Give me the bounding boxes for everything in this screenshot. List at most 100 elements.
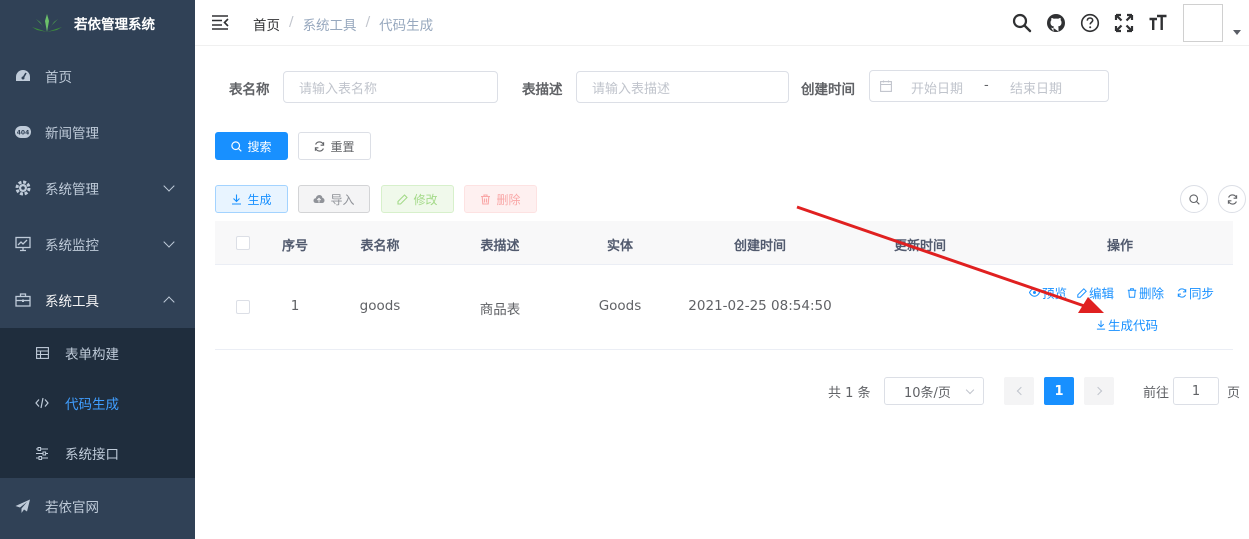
dashboard-icon [14,67,32,85]
docs-link[interactable] [1078,10,1102,36]
column-header: 序号 [281,239,309,254]
github-link[interactable] [1044,10,1068,36]
pagination-total: 共 1 条 [828,385,871,401]
breadcrumb-home[interactable]: 首页 [253,14,280,34]
search-button[interactable]: 搜索 [215,132,288,160]
column-header: 实体 [606,239,634,254]
chevron-left-icon [1016,386,1025,396]
edit-icon [1077,287,1087,298]
sidebar-item-label: 首页 [45,70,72,86]
cell-table-name: goods [359,298,401,314]
cell-created: 2021-02-25 08:54:50 [688,298,832,314]
question-icon [1080,13,1100,33]
refresh-button[interactable] [1218,185,1246,213]
goto-label: 前往 [1143,385,1170,401]
svg-text:404: 404 [17,130,30,137]
refresh-icon [315,140,325,152]
preview-link[interactable]: 预览 [1029,283,1067,302]
form-build-icon [34,345,50,361]
app-title: 若依管理系统 [74,17,155,33]
next-page-button[interactable] [1084,377,1114,405]
delete-icon [481,193,491,205]
table-name-input[interactable]: 请输入表名称 [283,71,498,103]
avatar[interactable] [1183,4,1223,42]
sidebar-item-system[interactable]: 系统管理 [0,160,195,216]
header-search-button[interactable] [1010,10,1034,36]
generate-button[interactable]: 生成 [215,185,288,213]
page-size-select[interactable]: 10条/页 [884,377,984,405]
sidebar-item-label: 若依官网 [45,500,99,516]
edit-button-label: 修改 [413,192,438,207]
sidebar-item-code-gen[interactable]: 代码生成 [0,378,195,428]
toggle-search-button[interactable] [1180,185,1208,213]
chevron-down-icon [163,180,175,192]
swagger-icon [34,445,50,461]
column-header: 更新时间 [893,239,947,254]
reset-button[interactable]: 重置 [298,132,371,160]
size-select-button[interactable] [1146,10,1170,36]
gen-code-link[interactable]: 生成代码 [1096,315,1158,334]
chevron-right-icon [1093,386,1102,396]
sidebar-item-label: 系统接口 [65,447,119,463]
fullscreen-button[interactable] [1112,10,1136,36]
sidebar-item-monitor[interactable]: 系统监控 [0,216,195,272]
logo-icon [32,14,62,32]
github-icon [1047,14,1065,32]
edit-link[interactable]: 编辑 [1077,283,1114,302]
edit-icon [397,193,409,205]
cell-table-desc: 商品表 [479,302,521,318]
sidebar-item-label: 代码生成 [65,397,119,413]
sidebar-item-label: 新闻管理 [45,126,99,142]
date-range-picker[interactable]: 开始日期 - 结束日期 [869,70,1109,102]
row-checkbox[interactable] [236,300,250,314]
hamburger-icon[interactable] [211,14,229,30]
caret-down-icon[interactable] [1233,30,1241,35]
sidebar-item-label: 系统监控 [45,238,99,254]
navbar: 首页 / 系统工具 / 代码生成 [195,0,1249,46]
view-icon [1029,288,1040,297]
chevron-down-icon [163,236,175,248]
refresh-icon [1177,287,1187,298]
sidebar-item-form-build[interactable]: 表单构建 [0,328,195,378]
monitor-icon [14,235,32,253]
import-button-label: 导入 [330,192,355,207]
chevron-down-icon [965,385,975,395]
code-icon [34,395,50,411]
import-button[interactable]: 导入 [298,185,370,213]
fullscreen-icon [1114,13,1134,33]
font-size-icon [1149,14,1167,30]
start-date-input[interactable]: 开始日期 [911,78,963,97]
sidebar-item-news[interactable]: 404 新闻管理 [0,104,195,160]
goto-page-input[interactable]: 1 [1173,377,1219,405]
breadcrumb-item: 系统工具 [302,18,357,34]
delete-link[interactable]: 删除 [1127,283,1164,302]
column-header: 表名称 [360,239,400,254]
end-date-input[interactable]: 结束日期 [1010,78,1062,97]
sidebar-item-swagger[interactable]: 系统接口 [0,428,195,478]
delete-button[interactable]: 删除 [464,185,537,213]
cell-entity: Goods [598,298,642,314]
range-separator: - [984,78,989,93]
prev-page-button[interactable] [1004,377,1034,405]
sidebar: 若依管理系统 首页 404 新闻管理 系统管理 系统监控 系统工具 表单构建 代… [0,0,195,539]
sidebar-item-tools[interactable]: 系统工具 [0,272,195,328]
preview-label: 预览 [1042,286,1068,301]
edit-button[interactable]: 修改 [381,185,454,213]
sidebar-item-label: 系统管理 [45,182,99,198]
column-header: 操作 [1106,239,1134,254]
download-icon [1096,319,1106,330]
sync-link[interactable]: 同步 [1177,283,1214,302]
toolbox-icon [14,291,32,309]
sidebar-item-ruoyi-site[interactable]: 若依官网 [0,478,195,534]
column-header: 创建时间 [733,239,787,254]
logo[interactable]: 若依管理系统 [0,0,195,46]
sidebar-item-home[interactable]: 首页 [0,48,195,104]
generate-button-label: 生成 [247,192,272,207]
table-desc-input[interactable]: 请输入表描述 [576,71,789,103]
search-button-label: 搜索 [247,139,272,154]
delete-label: 删除 [1139,286,1165,301]
breadcrumb-current: 代码生成 [379,18,434,34]
chevron-up-icon [163,296,175,308]
select-all-checkbox[interactable] [236,236,250,250]
page-number-current[interactable]: 1 [1044,377,1074,405]
